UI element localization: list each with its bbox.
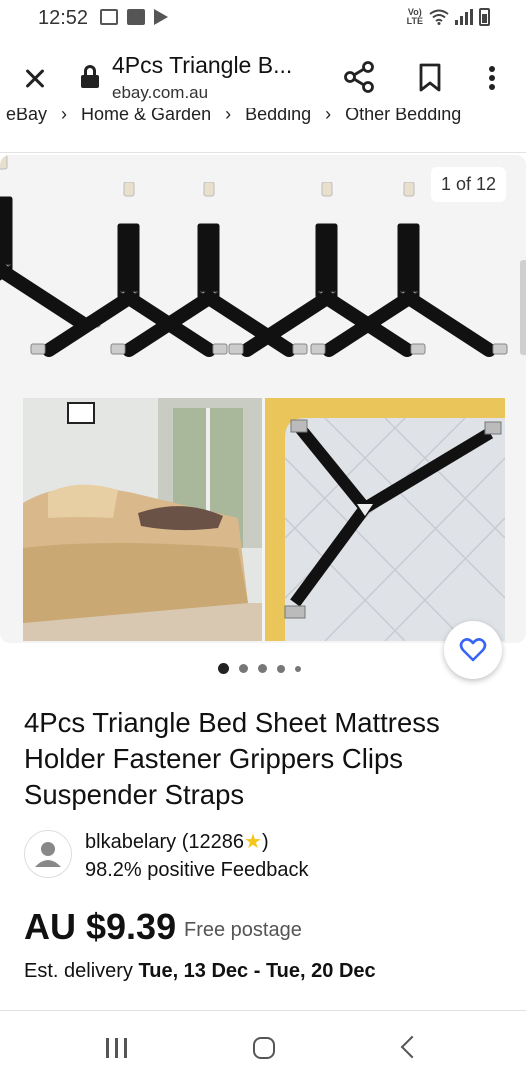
user-avatar-icon: [35, 842, 61, 867]
breadcrumb-item-other-bedding[interactable]: Other Bedding: [345, 108, 461, 125]
status-bar: 12:52 Vo) LTE: [0, 0, 526, 38]
gallery-icon: [127, 9, 145, 25]
heart-icon: [459, 638, 487, 662]
status-time: 12:52: [38, 7, 89, 29]
postage: Free postage: [184, 919, 302, 941]
recents-button[interactable]: [106, 1038, 127, 1058]
carousel-dot[interactable]: [295, 665, 301, 672]
estimated-delivery: Est. delivery Tue, 13 Dec - Tue, 20 Dec: [24, 960, 376, 983]
lock-icon[interactable]: [80, 65, 100, 89]
carousel-dot[interactable]: [258, 664, 267, 673]
battery-charging-icon: [479, 8, 490, 26]
close-button[interactable]: [18, 62, 52, 96]
avatar[interactable]: [24, 830, 72, 878]
seller-score-close: ): [261, 831, 269, 853]
image-counter: 1 of 12: [430, 167, 506, 202]
breadcrumb-item-home-garden[interactable]: Home & Garden: [81, 108, 211, 125]
carousel-dots[interactable]: [218, 663, 301, 674]
mail-icon: [100, 9, 118, 25]
divider: [0, 152, 526, 153]
product-image-bedroom[interactable]: [23, 398, 262, 641]
carousel-dot-active[interactable]: [218, 663, 229, 674]
seller-username[interactable]: blkabelary: [85, 831, 176, 853]
carousel-dot[interactable]: [277, 664, 285, 673]
back-button[interactable]: [400, 1035, 424, 1059]
bookmark-icon: [419, 63, 441, 92]
page-title[interactable]: 4Pcs Triangle B...: [112, 52, 292, 79]
price: AU $9.39: [24, 906, 177, 947]
wifi-icon: [429, 9, 449, 25]
delivery-dates: Tue, 13 Dec - Tue, 20 Dec: [138, 960, 376, 982]
play-store-icon: [154, 9, 168, 25]
browser-toolbar: 4Pcs Triangle B... ebay.com.au: [0, 38, 526, 114]
delivery-label: Est. delivery: [24, 960, 133, 982]
signal-icon: [455, 9, 473, 25]
star-icon: ★: [244, 831, 262, 853]
breadcrumb-separator: ›: [325, 108, 332, 124]
carousel-dot[interactable]: [239, 664, 248, 673]
breadcrumb-separator: ›: [225, 108, 232, 124]
product-image-gallery[interactable]: 1 of 12: [0, 155, 526, 643]
add-to-watchlist-button[interactable]: [444, 621, 502, 679]
scroll-indicator[interactable]: [520, 260, 526, 355]
breadcrumb-item-ebay[interactable]: eBay: [6, 108, 47, 125]
seller-info[interactable]: blkabelary (12286★) 98.2% positive Feedb…: [24, 828, 514, 881]
more-options-button[interactable]: [478, 58, 508, 98]
volte-icon: Vo) LTE: [406, 7, 423, 26]
breadcrumb-item-bedding[interactable]: Bedding: [245, 108, 311, 125]
bookmark-button[interactable]: [410, 58, 450, 98]
breadcrumb-separator: ›: [61, 108, 68, 124]
seller-feedback: 98.2% positive Feedback: [85, 859, 309, 881]
share-icon: [344, 61, 374, 93]
breadcrumb: eBay › Home & Garden › Bedding › Other B…: [0, 108, 526, 130]
share-button[interactable]: [340, 58, 380, 98]
seller-score: (12286: [181, 831, 245, 853]
page-url[interactable]: ebay.com.au: [112, 83, 208, 103]
divider: [0, 1010, 526, 1011]
home-button[interactable]: [253, 1037, 275, 1059]
product-title: 4Pcs Triangle Bed Sheet Mattress Holder …: [24, 707, 440, 810]
product-image-mattress[interactable]: [265, 398, 505, 641]
system-navigation-bar: [0, 1012, 526, 1082]
